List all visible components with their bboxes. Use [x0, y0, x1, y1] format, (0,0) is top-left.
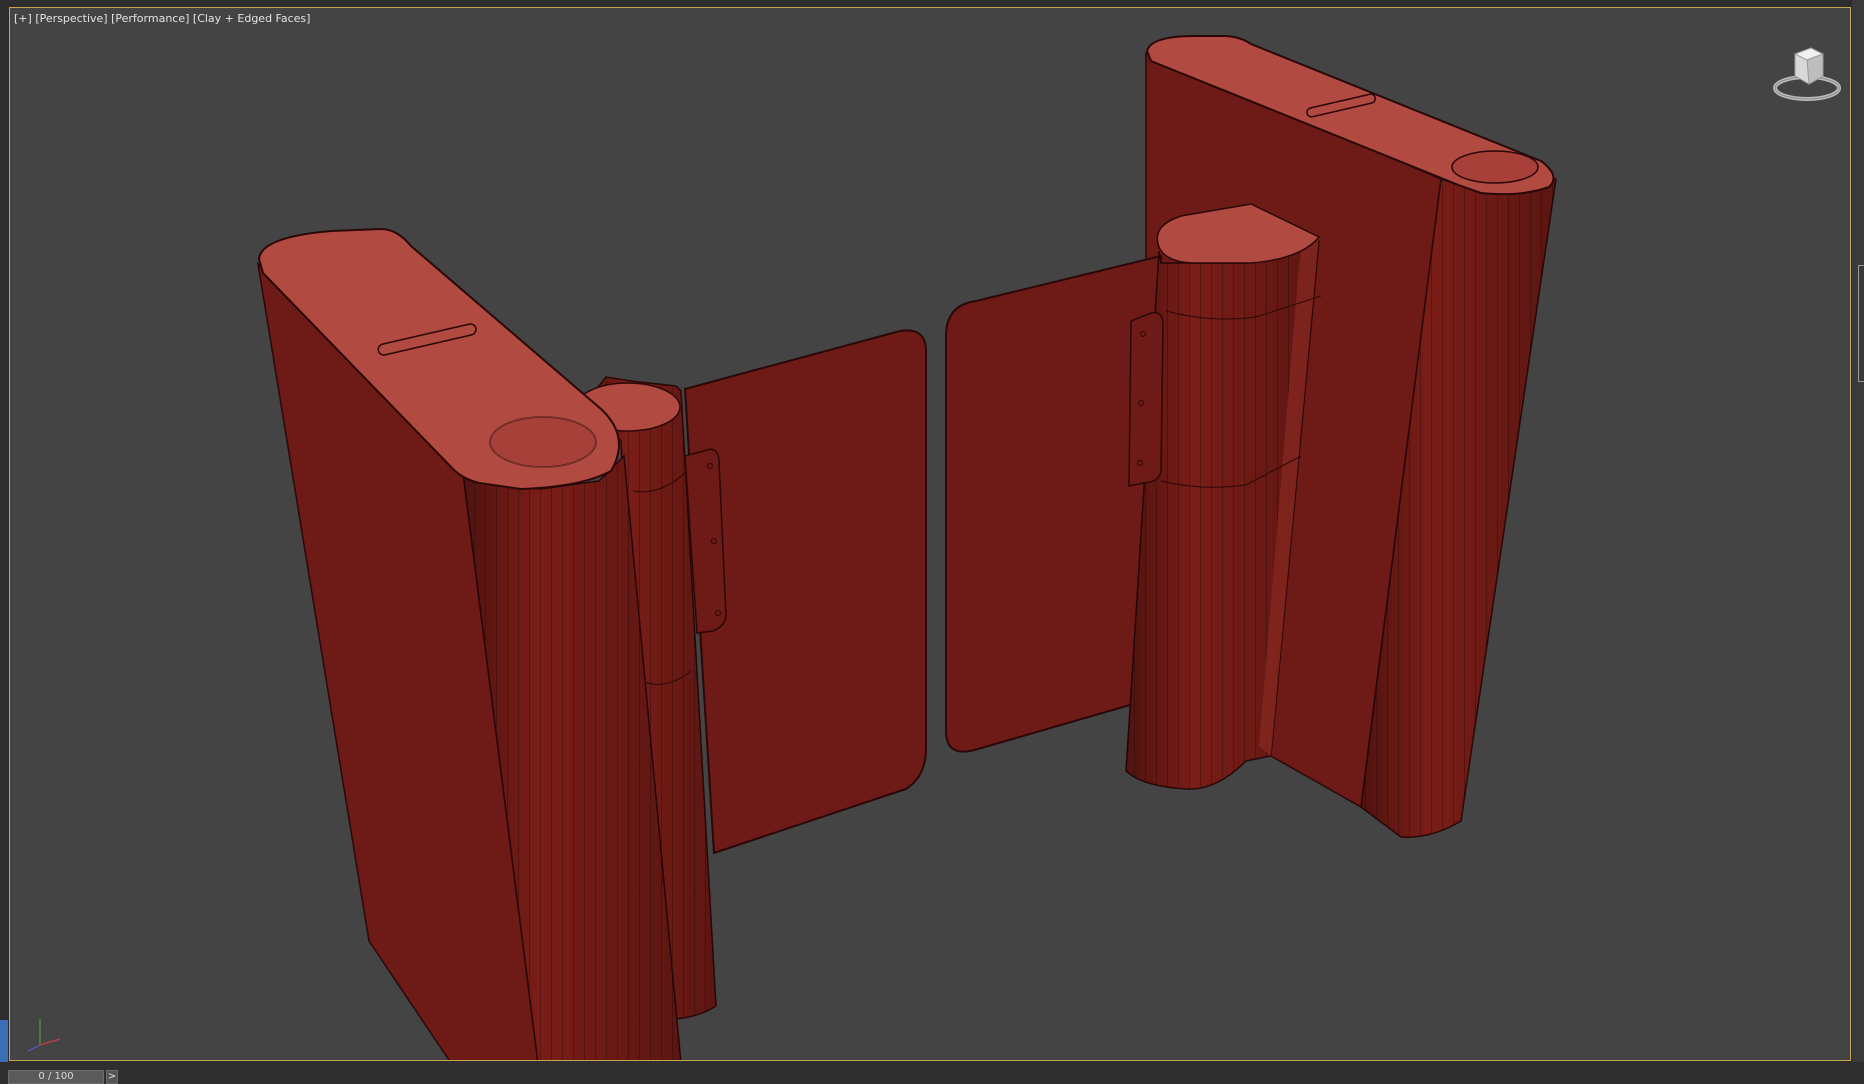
left-panel-edge	[0, 1020, 8, 1062]
time-slider[interactable]: 0 / 100	[8, 1070, 104, 1084]
viewport-view-menu[interactable]: [Perspective]	[35, 12, 107, 25]
right-hinge-plate	[1128, 311, 1164, 487]
perspective-viewport[interactable]: [+] [Perspective] [Performance] [Clay + …	[9, 7, 1851, 1061]
right-glass-flap	[945, 254, 1162, 753]
viewport-plus-menu[interactable]: [+]	[14, 12, 32, 25]
viewport-performance-menu[interactable]: [Performance]	[111, 12, 189, 25]
viewcube-icon[interactable]	[1767, 36, 1847, 106]
timeline-bar: 0 / 100 >	[0, 1062, 1864, 1084]
right-turnstile-unit[interactable]	[945, 34, 1557, 838]
left-turnstile-unit[interactable]	[256, 227, 927, 1061]
viewport-shading-menu[interactable]: [Clay + Edged Faces]	[193, 12, 311, 25]
turnstile-scene[interactable]	[10, 8, 1851, 1061]
axis-tripod-icon	[27, 1019, 61, 1052]
next-frame-button[interactable]: >	[106, 1070, 118, 1084]
right-reader-disc	[1451, 150, 1539, 184]
viewport-label-menu[interactable]: [+] [Perspective] [Performance] [Clay + …	[14, 12, 310, 25]
right-panel-edge	[1852, 0, 1864, 1062]
right-panel-handle[interactable]	[1858, 265, 1864, 382]
